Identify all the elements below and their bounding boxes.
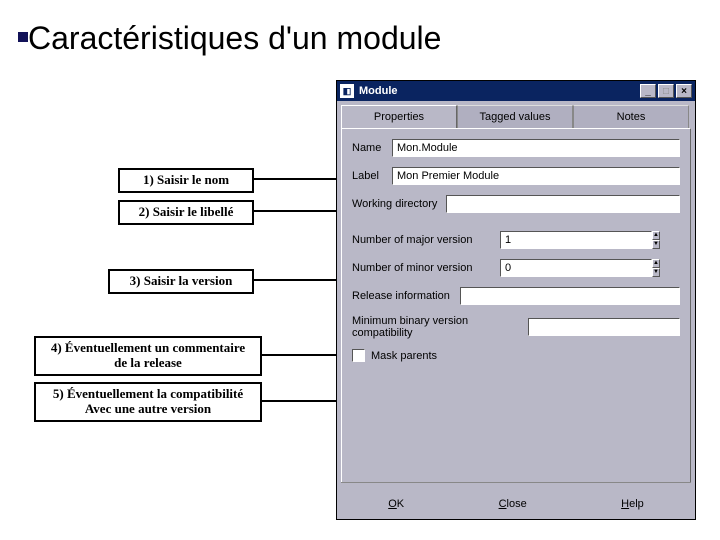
dialog-module: ◧ Module _ □ × Properties Tagged values … [336,80,696,520]
tab-properties[interactable]: Properties [341,105,457,128]
slide-title: Caractéristiques d'un module [28,20,441,57]
mask-parents-label: Mask parents [371,350,437,362]
annot-1: 1) Saisir le nom [118,168,254,193]
annot-3: 3) Saisir la version [108,269,254,294]
tab-pane-properties: Name Label Working directory Number of m… [341,128,691,500]
titlebar[interactable]: ◧ Module _ □ × [337,81,695,101]
compat-input[interactable] [528,318,680,336]
mask-parents-checkbox[interactable] [352,349,365,362]
bullet-icon [18,32,28,42]
major-version-label: Number of major version [352,234,500,246]
major-spin-down[interactable]: ▼ [652,240,660,249]
close-button[interactable]: Close [485,495,541,513]
major-version-input[interactable] [500,231,652,249]
major-spin-up[interactable]: ▲ [652,231,660,240]
workdir-input[interactable] [446,195,680,213]
name-label: Name [352,142,392,154]
window-title: Module [359,85,398,97]
module-icon: ◧ [340,84,354,98]
tab-bar: Properties Tagged values Notes [341,105,695,128]
dialog-button-bar: OK Close Help [341,482,691,513]
tab-tagged-values[interactable]: Tagged values [457,105,573,128]
annot-5: 5) Éventuellement la compatibilité Avec … [34,382,262,422]
ok-button[interactable]: OK [374,495,418,513]
workdir-label: Working directory [352,198,446,210]
close-window-button[interactable]: × [676,84,692,98]
name-input[interactable] [392,139,680,157]
tab-notes[interactable]: Notes [573,105,689,128]
release-info-label: Release information [352,290,460,302]
release-info-input[interactable] [460,287,680,305]
help-button[interactable]: Help [607,495,658,513]
minor-version-label: Number of minor version [352,262,500,274]
label-input[interactable] [392,167,680,185]
annot-4: 4) Éventuellement un commentaire de la r… [34,336,262,376]
label-label: Label [352,170,392,182]
annot-2: 2) Saisir le libellé [118,200,254,225]
minor-spin-down[interactable]: ▼ [652,268,660,277]
minimize-button[interactable]: _ [640,84,656,98]
minor-version-input[interactable] [500,259,652,277]
compat-label: Minimum binary version compatibility [352,315,528,339]
minor-spin-up[interactable]: ▲ [652,259,660,268]
maximize-button[interactable]: □ [658,84,674,98]
